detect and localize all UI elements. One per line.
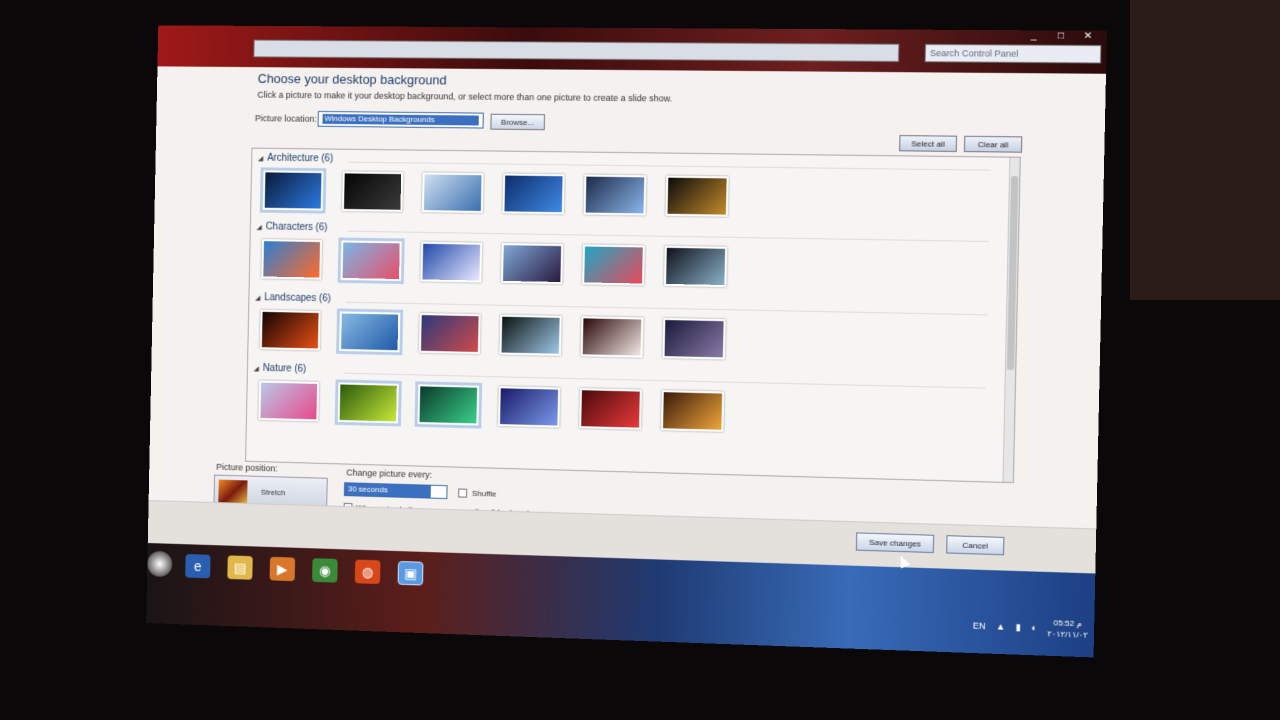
dialog-content: Choose your desktop background Click a p…: [147, 66, 1107, 571]
wallpaper-thumbnail[interactable]: [579, 388, 642, 430]
wallpaper-thumbnail[interactable]: [259, 309, 321, 351]
change-interval-select[interactable]: 30 seconds: [343, 482, 448, 500]
change-interval-value: 30 seconds: [344, 483, 431, 498]
gallery-scrollbar[interactable]: [1002, 157, 1020, 483]
browse-button[interactable]: Browse...: [490, 113, 546, 131]
picture-gallery: ◢ Architecture (6) ◢ Characters (6) ◢ Landsca…: [245, 147, 1021, 484]
collapse-arrow-icon[interactable]: ◢: [257, 223, 262, 231]
wallpaper-thumbnail[interactable]: [498, 386, 561, 428]
wallpaper-thumbnail[interactable]: [259, 167, 327, 214]
control-panel-icon[interactable]: ▣: [397, 560, 424, 586]
location-select[interactable]: Windows Desktop Backgrounds: [317, 110, 484, 129]
page-title: Choose your desktop background: [257, 71, 447, 88]
position-label: Picture position:: [216, 461, 278, 474]
start-orb-icon[interactable]: [147, 550, 173, 578]
wallpaper-thumbnail[interactable]: [342, 171, 404, 212]
wallpaper-thumbnail[interactable]: [334, 379, 402, 427]
language-indicator[interactable]: EN: [973, 620, 986, 631]
wallpaper-thumbnail[interactable]: [337, 237, 405, 285]
wallpaper-thumbnail[interactable]: [660, 390, 725, 432]
group-header[interactable]: ◢ Architecture (6): [258, 153, 333, 165]
collapse-arrow-icon[interactable]: ◢: [255, 294, 260, 302]
group-divider: [348, 161, 991, 171]
tray-arrow-icon[interactable]: ▲: [996, 621, 1005, 632]
volume-icon[interactable]: ◐: [1031, 623, 1037, 633]
wallpaper-thumbnail[interactable]: [499, 314, 562, 356]
shuffle-label: Shuffle: [471, 488, 497, 499]
wallpaper-thumbnail[interactable]: [261, 239, 323, 280]
close-button[interactable]: ✕: [1077, 31, 1098, 43]
folder-icon[interactable]: ▤: [227, 555, 253, 580]
search-input[interactable]: Search Control Panel: [924, 43, 1102, 64]
wallpaper-thumbnail[interactable]: [336, 308, 404, 356]
group-label: Nature (6): [262, 362, 307, 375]
location-value: Windows Desktop Backgrounds: [322, 113, 479, 126]
wallpaper-thumbnail[interactable]: [582, 244, 645, 286]
network-icon[interactable]: ▮: [1016, 621, 1021, 632]
change-interval-label: Change picture every:: [346, 467, 433, 480]
media-player-icon[interactable]: ▶: [269, 556, 296, 582]
group-header[interactable]: ◢ Characters (6): [257, 221, 328, 234]
desktop-screen: Search Control Panel _ □ ✕ Choose your d…: [146, 25, 1107, 658]
wallpaper-thumbnail[interactable]: [662, 317, 726, 360]
photo-frame: Search Control Panel _ □ ✕ Choose your d…: [0, 0, 1280, 720]
system-tray: EN ▲ ▮ ◐ 05:52 م ٢٠١٢/١١/٠٢: [973, 610, 1089, 645]
firefox-icon[interactable]: ◍: [354, 559, 381, 585]
collapse-arrow-icon[interactable]: ◢: [254, 364, 259, 372]
wallpaper-thumbnail[interactable]: [502, 173, 565, 215]
save-changes-button[interactable]: Save changes: [855, 532, 935, 554]
wallpaper-thumbnail[interactable]: [421, 172, 484, 213]
wallpaper-thumbnail[interactable]: [664, 245, 728, 288]
group-label: Landscapes (6): [264, 292, 331, 305]
group-divider: [347, 230, 989, 242]
cancel-button[interactable]: Cancel: [946, 535, 1005, 556]
location-label: Picture location:: [254, 113, 317, 124]
collapse-arrow-icon[interactable]: ◢: [258, 154, 263, 162]
ie-icon[interactable]: e: [185, 554, 211, 579]
clock-date: ٢٠١٢/١١/٠٢: [1047, 629, 1088, 640]
group-label: Architecture (6): [266, 152, 334, 165]
background-wall: [1130, 0, 1280, 300]
wallpaper-thumbnail[interactable]: [414, 381, 483, 429]
wallpaper-thumbnail[interactable]: [665, 175, 729, 217]
wallpaper-thumbnail[interactable]: [583, 174, 647, 216]
select-all-button[interactable]: Select all: [899, 135, 958, 152]
scroll-thumb[interactable]: [1006, 176, 1019, 370]
wallpaper-thumbnail[interactable]: [258, 380, 320, 422]
clear-all-button[interactable]: Clear all: [963, 135, 1023, 153]
chrome-icon[interactable]: ◉: [312, 558, 338, 583]
group-label: Characters (6): [265, 221, 328, 234]
window-controls: _ □ ✕: [1023, 30, 1098, 43]
maximize-button[interactable]: □: [1050, 30, 1071, 42]
group-header[interactable]: ◢ Nature (6): [254, 363, 307, 375]
address-bar[interactable]: [253, 39, 900, 63]
group-header[interactable]: ◢ Landscapes (6): [255, 292, 331, 304]
wallpaper-thumbnail[interactable]: [500, 243, 564, 285]
position-value: Stretch: [260, 487, 286, 498]
wallpaper-thumbnail[interactable]: [420, 241, 483, 283]
wallpaper-thumbnail[interactable]: [580, 316, 644, 358]
clock[interactable]: 05:52 م ٢٠١٢/١١/٠٢: [1047, 617, 1088, 641]
shuffle-checkbox[interactable]: [458, 488, 468, 498]
wallpaper-thumbnail[interactable]: [418, 313, 481, 355]
minimize-button[interactable]: _: [1023, 30, 1044, 42]
page-description: Click a picture to make it your desktop …: [257, 89, 673, 104]
